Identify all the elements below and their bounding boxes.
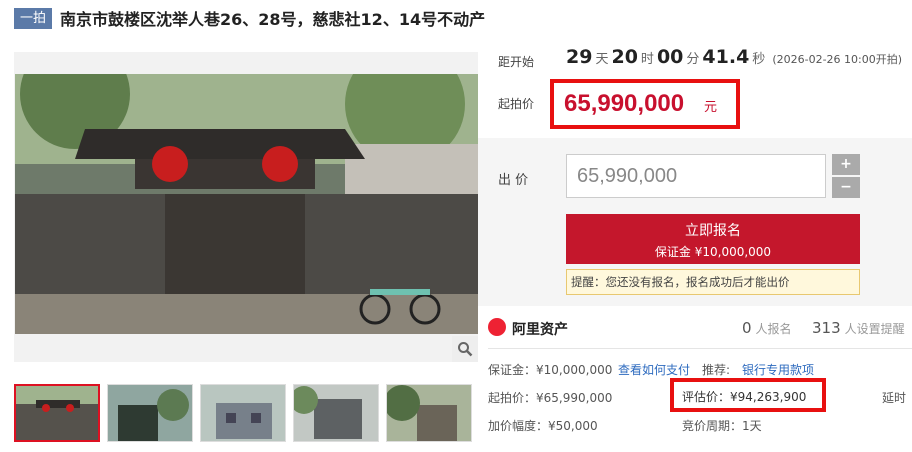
start-schedule: (2026-02-26 10:00开拍) <box>772 53 903 66</box>
signup-button-label: 立即报名 <box>685 223 741 239</box>
how-to-pay-link[interactable]: 查看如何支付 <box>618 361 690 378</box>
countdown-seconds: 41.4 <box>702 46 750 68</box>
period-detail: 竞价周期：1天 <box>682 419 762 433</box>
bank-payment-link[interactable]: 银行专用款项 <box>742 361 814 378</box>
signup-reminder-tip: 提醒：您还没有报名，报名成功后才能出价 <box>566 269 860 295</box>
countdown-days: 29 <box>566 46 593 68</box>
start-price-unit: 元 <box>704 100 718 115</box>
bid-panel: 出 价 65,990,000 + − 立即报名 保证金 ¥10,000,000 … <box>478 138 912 306</box>
signup-count: 0 人报名 <box>742 319 792 337</box>
platform-row: 阿里资产 0 人报名 313 人设置提醒 <box>488 316 912 342</box>
main-photo-container <box>14 52 478 362</box>
decrease-bid-button[interactable]: − <box>832 177 860 198</box>
reminder-count: 313 人设置提醒 <box>812 319 905 337</box>
signup-button[interactable]: 立即报名 保证金 ¥10,000,000 <box>566 214 860 264</box>
page-title: 南京市鼓楼区沈举人巷26、28号，慈悲社12、14号不动产 <box>60 10 486 29</box>
deposit-detail: 保证金：¥10,000,000 <box>488 363 613 377</box>
alibaba-logo-icon <box>488 318 506 336</box>
thumbnail-4[interactable] <box>293 384 379 442</box>
title-row: 一拍 南京市鼓楼区沈举人巷26、28号，慈悲社12、14号不动产 <box>14 6 485 30</box>
increase-bid-button[interactable]: + <box>832 154 860 175</box>
thumbnail-2[interactable] <box>107 384 193 442</box>
zoom-icon <box>458 342 473 357</box>
evaluation-price: 评估价：¥94,263,900 <box>682 390 807 404</box>
platform-name: 阿里资产 <box>512 322 568 338</box>
delay-detail: 延时 <box>882 391 907 405</box>
divider <box>488 348 912 349</box>
countdown: 29 天 20 时 00 分 41.4 秒 (2026-02-26 10:00开… <box>566 46 903 68</box>
signup-deposit: 保证金 ¥10,000,000 <box>654 245 772 259</box>
auction-round-tag: 一拍 <box>14 7 53 29</box>
thumbnail-1[interactable] <box>14 384 100 442</box>
start-price-detail: 起拍价：¥65,990,000 <box>488 391 613 405</box>
countdown-label: 距开始 <box>498 55 535 69</box>
recommend-label: 推荐: <box>702 363 731 377</box>
thumbnail-3[interactable] <box>200 384 286 442</box>
thumbnail-5[interactable] <box>386 384 472 442</box>
bid-input[interactable]: 65,990,000 <box>566 154 826 198</box>
bid-label: 出 价 <box>498 173 529 188</box>
zoom-button[interactable] <box>452 336 478 362</box>
start-price-label: 起拍价 <box>498 97 535 111</box>
start-price-value: 65,990,000 <box>564 90 685 117</box>
thumbnail-strip <box>14 384 479 444</box>
main-photo[interactable] <box>15 74 478 334</box>
start-price-highlight: 65,990,000 元 <box>550 79 740 129</box>
countdown-minutes: 00 <box>656 46 684 68</box>
countdown-hours: 20 <box>611 46 638 68</box>
increment-detail: 加价幅度：¥50,000 <box>488 419 598 433</box>
auction-summary: 距开始 29 天 20 时 00 分 41.4 秒 (2026-02-26 10… <box>486 40 912 136</box>
